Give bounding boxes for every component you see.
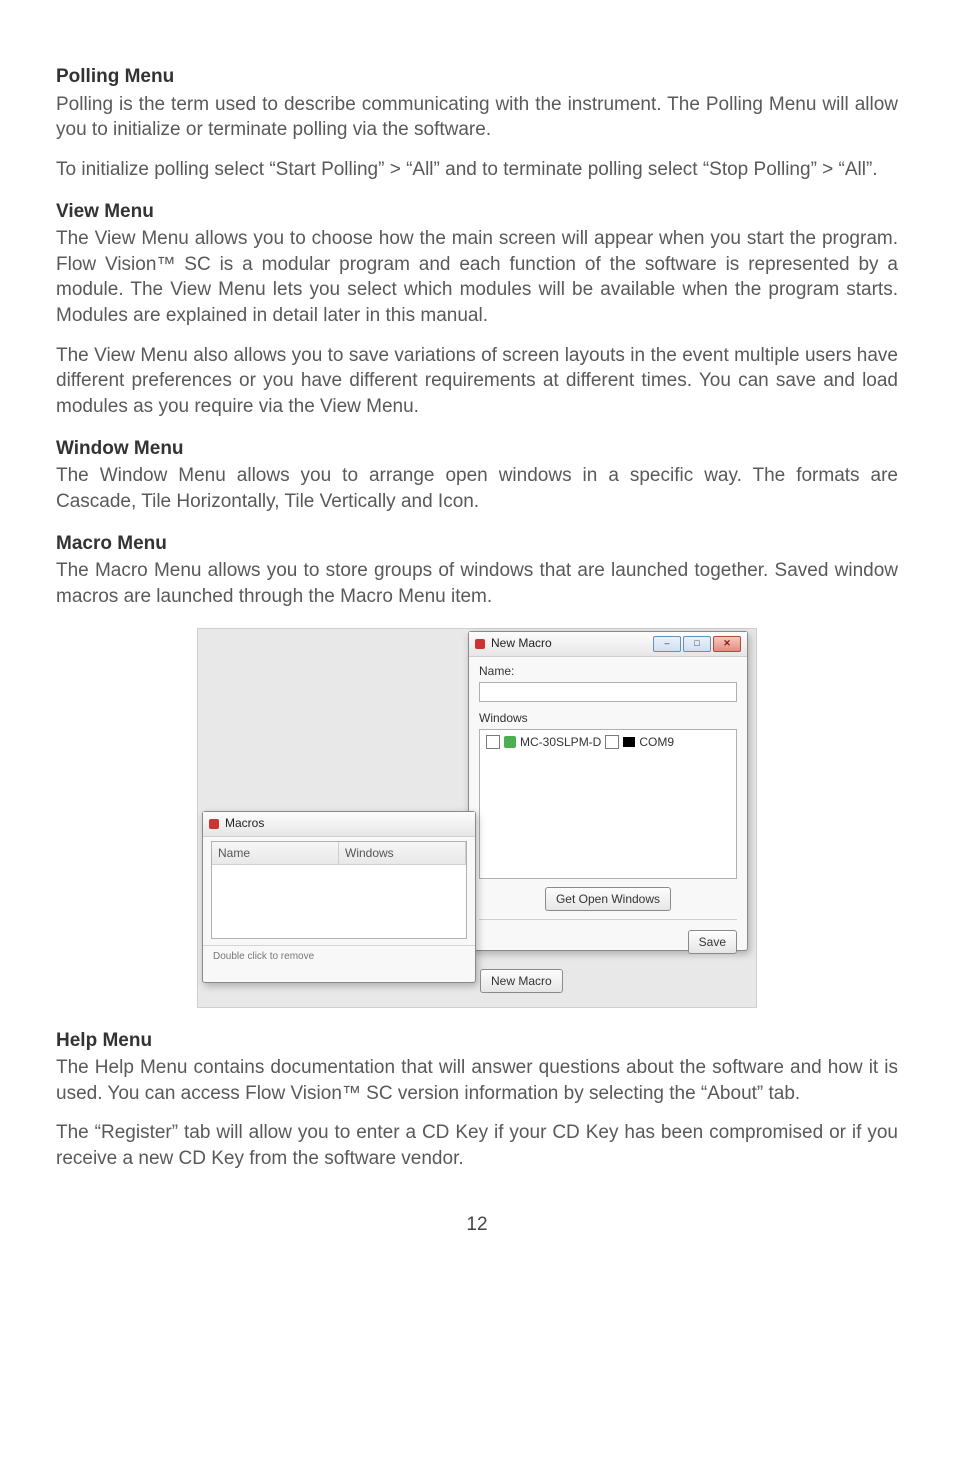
window-p1: The Window Menu allows you to arrange op… bbox=[56, 463, 898, 514]
macro-heading: Macro Menu bbox=[56, 531, 898, 557]
view-heading: View Menu bbox=[56, 199, 898, 225]
checkbox-icon[interactable] bbox=[605, 735, 619, 749]
new-macro-button[interactable]: New Macro bbox=[480, 969, 563, 993]
windows-listbox[interactable]: MC-30SLPM-D COM9 bbox=[479, 729, 737, 879]
page-number: 12 bbox=[56, 1212, 898, 1238]
device-icon bbox=[504, 736, 516, 748]
newmacro-title: New Macro bbox=[491, 635, 552, 651]
app-icon bbox=[209, 819, 219, 829]
macros-col-windows[interactable]: Windows bbox=[339, 842, 466, 864]
help-p1: The Help Menu contains documentation tha… bbox=[56, 1055, 898, 1106]
close-button[interactable]: ✕ bbox=[713, 636, 741, 652]
minimize-button[interactable]: – bbox=[653, 636, 681, 652]
macros-window: Macros Name Windows Double click to remo… bbox=[202, 811, 476, 983]
help-p2: The “Register” tab will allow you to ent… bbox=[56, 1120, 898, 1171]
polling-p1: Polling is the term used to describe com… bbox=[56, 92, 898, 143]
windows-label: Windows bbox=[479, 710, 737, 726]
name-input[interactable] bbox=[479, 682, 737, 702]
macros-hint: Double click to remove bbox=[203, 945, 475, 964]
list-item-port: COM9 bbox=[639, 734, 674, 750]
screenshot-container: New Macro – □ ✕ Name: Windows MC-30SLPM-… bbox=[197, 628, 757, 1008]
polling-p2: To initialize polling select “Start Poll… bbox=[56, 157, 898, 183]
maximize-button[interactable]: □ bbox=[683, 636, 711, 652]
polling-heading: Polling Menu bbox=[56, 64, 898, 90]
list-item[interactable]: MC-30SLPM-D COM9 bbox=[486, 734, 730, 750]
macro-p1: The Macro Menu allows you to store group… bbox=[56, 558, 898, 609]
macros-col-name[interactable]: Name bbox=[212, 842, 339, 864]
macros-table[interactable]: Name Windows bbox=[211, 841, 467, 939]
checkbox-icon[interactable] bbox=[486, 735, 500, 749]
macros-titlebar[interactable]: Macros bbox=[203, 812, 475, 837]
get-open-windows-button[interactable]: Get Open Windows bbox=[545, 887, 671, 911]
help-heading: Help Menu bbox=[56, 1028, 898, 1054]
name-label: Name: bbox=[479, 663, 737, 679]
newmacro-titlebar[interactable]: New Macro – □ ✕ bbox=[469, 632, 747, 657]
view-p2: The View Menu also allows you to save va… bbox=[56, 343, 898, 420]
port-icon bbox=[623, 737, 635, 747]
window-heading: Window Menu bbox=[56, 436, 898, 462]
newmacro-window: New Macro – □ ✕ Name: Windows MC-30SLPM-… bbox=[468, 631, 748, 951]
macros-title: Macros bbox=[225, 815, 264, 831]
save-button[interactable]: Save bbox=[688, 930, 737, 954]
list-item-device: MC-30SLPM-D bbox=[520, 734, 601, 750]
view-p1: The View Menu allows you to choose how t… bbox=[56, 226, 898, 329]
app-icon bbox=[475, 639, 485, 649]
